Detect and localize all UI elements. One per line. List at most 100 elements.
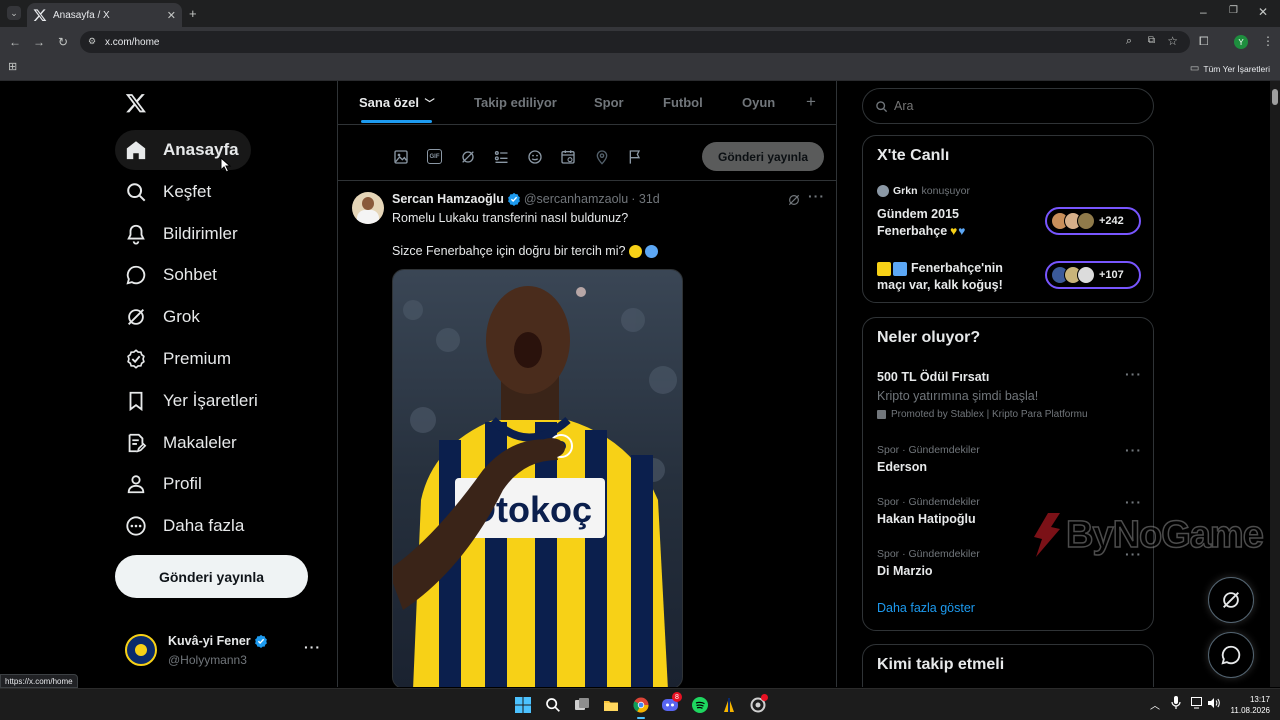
grok-compose-icon[interactable] [460,149,476,165]
nav-item-more[interactable]: Daha fazla [115,506,256,546]
nav-item-chat[interactable]: Sohbet [115,255,229,295]
yellow-square-icon [877,261,891,276]
microphone-icon[interactable] [1171,696,1181,710]
nav-item-grok[interactable]: Grok [115,297,212,337]
tweet-image[interactable]: Otokoç [392,269,683,687]
app-icon[interactable] [721,697,737,713]
search-box[interactable] [862,88,1154,124]
close-window-icon[interactable]: ✕ [1258,6,1268,18]
apps-grid-icon[interactable]: ⊞ [8,62,17,73]
minimize-icon[interactable]: – [1200,6,1207,18]
tweet-avatar[interactable] [352,192,384,224]
scrollbar-thumb[interactable] [1272,89,1278,105]
browser-menu-icon[interactable]: ⋮ [1262,35,1274,47]
new-tab-icon[interactable]: + [189,7,197,20]
chat-icon [126,265,146,285]
grok-explain-icon[interactable] [787,193,801,207]
tab-football[interactable]: Futbol [663,95,703,110]
address-bar[interactable]: ⚙ x.com/home ⌕ ⧉ ☆ [80,31,1190,53]
poll-icon[interactable] [493,149,510,165]
clock[interactable]: 13:17 11.08.2026 [1224,694,1270,716]
tab-games[interactable]: Oyun [742,95,775,110]
schedule-icon[interactable] [560,149,576,165]
tweet-more-icon[interactable]: ··· [808,188,825,204]
volume-icon[interactable] [1207,697,1220,709]
install-icon[interactable]: ⧉ [1148,35,1155,46]
speaker-avatar [877,185,889,197]
x-logo-icon [33,9,47,21]
extensions-icon[interactable]: ⧠ [1199,35,1209,47]
file-explorer-icon[interactable] [603,697,619,713]
live-space-1[interactable]: Gündem 2015 Fenerbahçe ♥ ♥ +242 [877,206,1145,244]
search-icon[interactable] [545,697,561,713]
space-title-line2: Fenerbahçe [877,224,948,238]
x-app: Anasayfa Keşfet Bildirimler Sohbet Grok … [0,81,1270,687]
page-scrollbar[interactable] [1270,81,1280,687]
tweet-handle[interactable]: @sercanhamzaolu [524,192,628,206]
network-icon[interactable] [1191,697,1204,709]
account-switcher[interactable]: Kuvâ-yi Fener @Holyymann3 ··· [118,627,328,673]
trend-more-icon[interactable]: ··· [1125,442,1142,458]
articles-icon [128,433,147,453]
site-info-icon[interactable]: ⚙ [88,36,96,47]
image-upload-icon[interactable] [393,149,409,165]
tray-chevron-icon[interactable]: ︿ [1150,697,1160,712]
post-button[interactable]: Gönderi yayınla [115,555,308,598]
emoji-icon[interactable] [527,149,543,165]
nav-item-profile[interactable]: Profil [115,464,214,504]
location-icon[interactable] [594,149,610,165]
chrome-icon[interactable] [633,697,649,719]
live-speaker[interactable]: Grkn konuşuyor [877,185,970,197]
nav-item-explore[interactable]: Keşfet [115,172,223,212]
zoom-icon[interactable]: ⌕ [1126,35,1132,48]
tab-for-you[interactable]: Sana özel ﹀ [359,95,435,110]
promo-more-icon[interactable]: ··· [1125,366,1142,382]
trends-title: Neler oluyor? [877,329,981,346]
tab-close-icon[interactable]: ✕ [167,9,176,22]
search-input[interactable] [894,99,1124,113]
discord-icon[interactable]: 8 [662,692,682,713]
profile-avatar[interactable]: Y [1234,35,1248,49]
tab-search-icon[interactable]: ⌄ [7,6,21,20]
reload-icon[interactable]: ↻ [58,36,68,48]
forward-icon[interactable]: → [33,36,45,48]
nav-item-articles[interactable]: Makaleler [115,423,249,463]
space-listeners-pill[interactable]: +242 [1045,207,1141,235]
account-handle: @Holyymann3 [168,653,247,667]
chevron-down-icon: ﹀ [424,99,435,110]
browser-tab[interactable]: Anasayfa / X ✕ [27,3,182,27]
all-bookmarks[interactable]: ▭ Tüm Yer İşaretleri [1190,63,1270,74]
add-tab-icon[interactable]: + [806,92,816,112]
nav-item-bookmarks[interactable]: Yer İşaretleri [115,381,270,421]
bookmark-star-icon[interactable]: ☆ [1167,34,1178,48]
spotify-icon[interactable] [692,697,708,713]
space-listeners-pill[interactable]: +107 [1045,261,1141,289]
show-more-link[interactable]: Daha fazla göster [877,601,975,615]
promo-label: Promoted by Stablex | Kripto Para Platfo… [877,409,1088,420]
tab-following[interactable]: Takip ediliyor [474,95,557,110]
grok-fab[interactable] [1208,577,1254,623]
tweet-author[interactable]: Sercan Hamzaoğlu [392,192,504,206]
nav-item-notifications[interactable]: Bildirimler [115,214,250,254]
messages-fab[interactable] [1208,632,1254,678]
tab-sports[interactable]: Spor [594,95,624,110]
flag-icon[interactable] [627,149,643,165]
tweet-time[interactable]: · 31d [631,192,660,206]
restore-icon[interactable]: ❐ [1229,6,1238,16]
blue-heart-icon [645,244,659,258]
nav-label: Sohbet [163,265,217,284]
settings-icon[interactable] [750,694,768,713]
tweet[interactable]: Sercan Hamzaoğlu @sercanhamzaolu · 31d ·… [338,182,836,687]
start-icon[interactable] [515,697,531,713]
trend-more-icon[interactable]: ··· [1125,494,1142,510]
back-icon[interactable]: ← [9,36,21,48]
account-more-icon[interactable]: ··· [304,639,321,655]
trend-item[interactable]: Spor · Gündemdekiler Ederson ··· [863,438,1153,480]
live-space-2[interactable]: Fenerbahçe'nin maçı var, kalk koğuş! +10… [877,260,1145,298]
composer-post-button[interactable]: Gönderi yayınla [702,142,824,171]
nav-item-premium[interactable]: Premium [115,339,243,379]
x-logo-icon[interactable] [125,92,147,114]
task-view-icon[interactable] [574,697,590,713]
gif-icon[interactable]: GIF [427,149,442,164]
promo-item[interactable]: 500 TL Ödül Fırsatı Kripto yatırımına şi… [863,366,1153,426]
